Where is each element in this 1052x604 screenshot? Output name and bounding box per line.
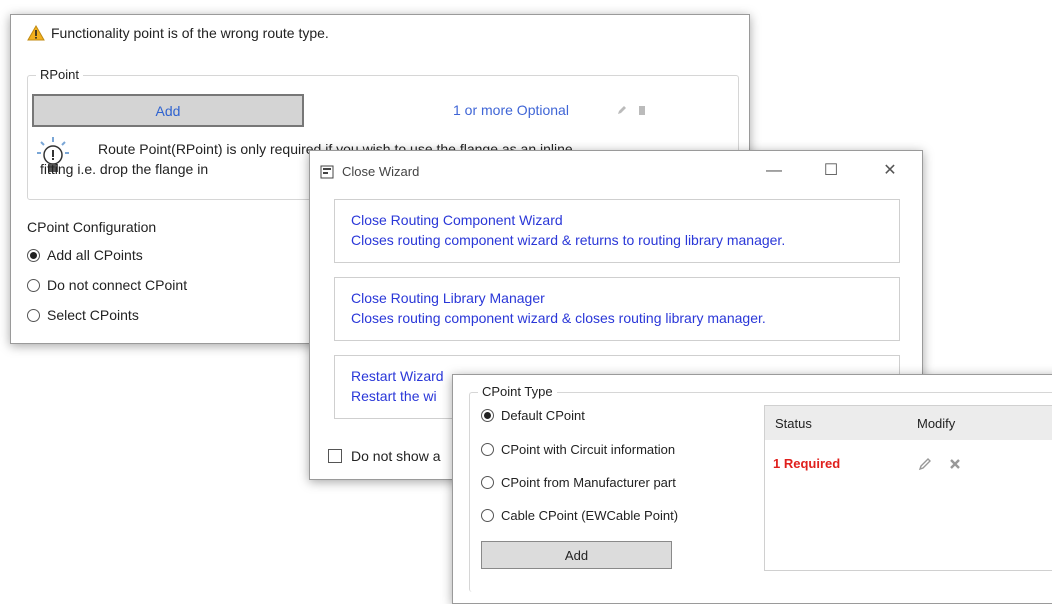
delete-icon[interactable]: [636, 104, 648, 116]
radio-add-all-cpoints[interactable]: Add all CPoints: [27, 247, 143, 263]
radio-label: Cable CPoint (EWCable Point): [501, 508, 679, 523]
radio-button[interactable]: [481, 409, 494, 422]
minimize-button[interactable]: —: [760, 159, 788, 183]
option-description: Closes routing component wizard & closes…: [351, 310, 766, 326]
radio-do-not-connect-cpoint[interactable]: Do not connect CPoint: [27, 277, 187, 293]
rpoint-info-line2: fitting i.e. drop the flange in: [40, 161, 209, 177]
do-not-show-again[interactable]: Do not show a: [328, 448, 441, 464]
radio-button[interactable]: [481, 476, 494, 489]
radio-cable-cpoint[interactable]: Cable CPoint (EWCable Point): [481, 508, 678, 523]
table-header: Status Modify: [765, 406, 1052, 440]
radio-button[interactable]: [481, 443, 494, 456]
warning-row: Functionality point is of the wrong rout…: [27, 25, 329, 41]
radio-cpoint-circuit-info[interactable]: CPoint with Circuit information: [481, 442, 675, 457]
option-description: Closes routing component wizard & return…: [351, 232, 786, 248]
radio-label: Select CPoints: [47, 307, 139, 323]
radio-label: Add all CPoints: [47, 247, 143, 263]
radio-label: Default CPoint: [501, 408, 585, 423]
checkbox-label: Do not show a: [351, 448, 441, 464]
option-title: Close Routing Component Wizard: [351, 212, 563, 228]
status-required: 1 Required: [773, 456, 841, 471]
rpoint-status: 1 or more Optional: [453, 102, 569, 118]
header-modify: Modify: [917, 416, 956, 431]
radio-label: CPoint from Manufacturer part: [501, 475, 676, 490]
header-status: Status: [775, 416, 812, 431]
radio-button[interactable]: [27, 248, 40, 262]
dialog-title: Close Wizard: [342, 164, 420, 179]
rpoint-add-button[interactable]: Add: [32, 94, 304, 127]
radio-label: Do not connect CPoint: [47, 277, 188, 293]
warning-text: Functionality point is of the wrong rout…: [51, 25, 329, 41]
radio-button[interactable]: [27, 308, 40, 322]
radio-button[interactable]: [27, 278, 40, 292]
close-button[interactable]: ✕: [876, 159, 904, 183]
warning-icon: [27, 25, 45, 41]
cpoint-add-button[interactable]: Add: [481, 541, 672, 569]
cpoint-type-panel: CPoint Type Default CPoint CPoint with C…: [452, 374, 1052, 604]
option-title: Close Routing Library Manager: [351, 290, 545, 306]
status-table: Status Modify 1 Required: [764, 405, 1052, 571]
checkbox[interactable]: [328, 449, 342, 463]
radio-default-cpoint[interactable]: Default CPoint: [481, 408, 585, 423]
edit-icon[interactable]: [616, 104, 628, 116]
option-close-routing-library-manager[interactable]: Close Routing Library Manager Closes rou…: [334, 277, 900, 341]
radio-select-cpoints[interactable]: Select CPoints: [27, 307, 139, 323]
radio-button[interactable]: [481, 509, 494, 522]
wizard-app-icon: [320, 165, 334, 179]
option-close-routing-component-wizard[interactable]: Close Routing Component Wizard Closes ro…: [334, 199, 900, 263]
cpoint-type-title: CPoint Type: [478, 384, 557, 399]
titlebar: Close Wizard — ☐ ✕: [310, 151, 922, 191]
rpoint-group-title: RPoint: [36, 67, 84, 82]
radio-cpoint-manufacturer-part[interactable]: CPoint from Manufacturer part: [481, 475, 676, 490]
radio-label: CPoint with Circuit information: [501, 442, 676, 457]
maximize-button[interactable]: ☐: [817, 159, 845, 183]
cpoint-configuration-title: CPoint Configuration: [27, 219, 157, 235]
remove-icon[interactable]: [947, 456, 963, 472]
edit-icon[interactable]: [917, 456, 933, 472]
